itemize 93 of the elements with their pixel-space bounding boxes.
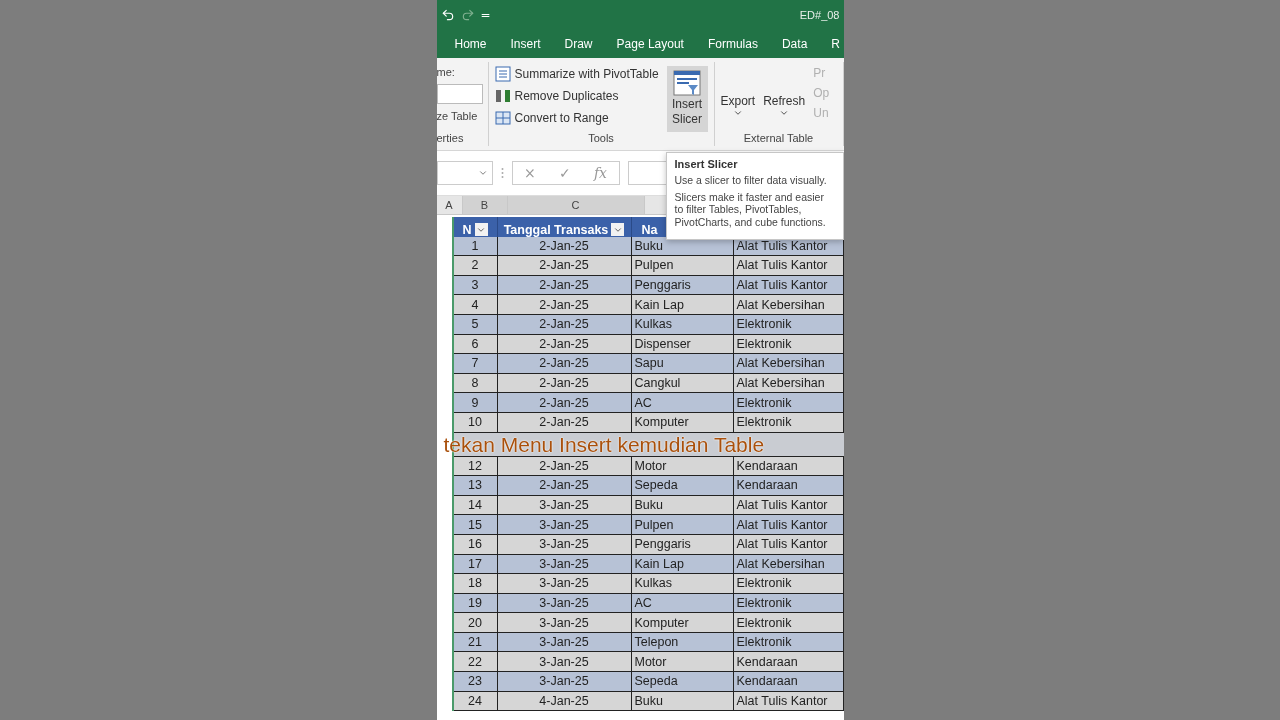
- column-header[interactable]: A: [436, 196, 463, 214]
- table-cell: 14: [453, 495, 498, 516]
- undo-icon[interactable]: [440, 8, 455, 22]
- table-cell: Alat Tulis Kantor: [733, 256, 844, 276]
- ribbon-command[interactable]: Summarize with PivotTable: [494, 66, 659, 82]
- table-cell: Kendaraan: [733, 476, 844, 496]
- table-cell: Kulkas: [631, 574, 734, 594]
- table-cell: 3-Jan-25: [497, 515, 632, 535]
- filter-button[interactable]: [611, 223, 625, 236]
- caret-icon: [477, 168, 488, 178]
- filter-button[interactable]: [474, 223, 488, 236]
- columns-icon: [494, 88, 511, 104]
- table-cell: 3-Jan-25: [497, 652, 632, 673]
- table-cell: 23: [453, 672, 498, 692]
- table-cell: 17: [453, 554, 498, 575]
- window-title: ED#_08: [799, 9, 840, 21]
- table-cell: 20: [453, 613, 498, 633]
- table-name-label: me:: [436, 66, 456, 78]
- ribbon-command[interactable]: Convert to Range: [494, 110, 659, 126]
- table-icon: [494, 66, 511, 82]
- insert-slicer-button[interactable]: Insert Slicer: [666, 66, 708, 132]
- ribbon-command[interactable]: Remove Duplicates: [494, 88, 659, 104]
- table-cell: 2: [453, 256, 498, 276]
- customize-icon[interactable]: =: [480, 8, 491, 22]
- caret-icon: [732, 108, 743, 118]
- table-cell: 2-Jan-25: [497, 295, 632, 315]
- table-cell: 8: [453, 373, 498, 394]
- table-cell: 16: [453, 534, 498, 555]
- ribbon-tab[interactable]: Formulas: [695, 32, 770, 56]
- ribbon-tab[interactable]: Data: [769, 32, 820, 56]
- table-cell: Elektronik: [733, 393, 844, 413]
- table-cell: 18: [453, 574, 498, 594]
- group-label: erties: [436, 132, 465, 144]
- ribbon-tab[interactable]: Home: [442, 32, 499, 56]
- table-cell: 4: [453, 295, 498, 315]
- table-cell: 22: [453, 652, 498, 673]
- table-cell: Alat Kebersihan: [733, 295, 844, 315]
- table-cell: 2-Jan-25: [497, 256, 632, 276]
- table-cell: Kain Lap: [631, 295, 734, 315]
- table-cell: 15: [453, 515, 498, 535]
- insert-function-button[interactable]: fx: [593, 165, 607, 181]
- slicer-icon: [673, 69, 702, 97]
- table-cell: 6: [453, 334, 498, 355]
- table-cell: 3-Jan-25: [497, 574, 632, 594]
- table-cell: Pulpen: [631, 256, 734, 276]
- table-cell: Kendaraan: [733, 672, 844, 692]
- ribbon-tab[interactable]: Page Layout: [604, 32, 696, 56]
- table-cell: Kendaraan: [733, 652, 844, 673]
- table-cell: Sapu: [631, 354, 734, 374]
- table-cell: 1: [453, 236, 498, 257]
- grip-icon: [500, 167, 504, 179]
- ribbon-button[interactable]: Export: [720, 66, 756, 132]
- table-cell: 5: [453, 314, 498, 335]
- enter-button[interactable]: ✓: [558, 165, 571, 181]
- table-name-field[interactable]: [436, 84, 483, 104]
- tooltip-title: Insert Slicer: [674, 158, 739, 170]
- table-cell: AC: [631, 393, 734, 413]
- resize-table-button[interactable]: ze Table: [436, 110, 483, 122]
- ribbon-tab[interactable]: R: [819, 32, 844, 56]
- table-cell: 9: [453, 393, 498, 413]
- table-cell: Alat Kebersihan: [733, 354, 844, 374]
- table-cell: 3-Jan-25: [497, 672, 632, 692]
- ribbon-tab[interactable]: Insert: [498, 32, 553, 56]
- cancel-button[interactable]: ×: [524, 165, 536, 181]
- ribbon-tab[interactable]: Draw: [552, 32, 605, 56]
- table-cell: 19: [453, 593, 498, 614]
- table-cell: Sepeda: [631, 672, 734, 692]
- table-cell: 3-Jan-25: [497, 613, 632, 633]
- table-cell: Pulpen: [631, 515, 734, 535]
- table-cell: 10: [453, 412, 498, 433]
- table-icon: [494, 110, 511, 126]
- caret-icon: [779, 108, 790, 118]
- table-cell: Alat Tulis Kantor: [733, 515, 844, 535]
- table-cell: 2-Jan-25: [497, 476, 632, 496]
- table-cell: 3: [453, 275, 498, 296]
- ribbon-button[interactable]: Refresh: [763, 66, 806, 132]
- table-cell: Sepeda: [631, 476, 734, 496]
- table-cell: 7: [453, 354, 498, 374]
- table-cell: 12: [453, 456, 498, 477]
- column-header[interactable]: C: [507, 196, 645, 214]
- table-cell: 2-Jan-25: [497, 393, 632, 413]
- tooltip-text: Use a slicer to filter data visually.: [674, 174, 828, 187]
- table-cell: Elektronik: [733, 613, 844, 633]
- column-header[interactable]: B: [462, 196, 508, 214]
- table-cell: 2-Jan-25: [497, 354, 632, 374]
- table-cell: 24: [453, 691, 498, 712]
- table-cell: 21: [453, 632, 498, 653]
- table-cell: Komputer: [631, 613, 734, 633]
- table-cell: Motor: [631, 652, 734, 673]
- group-label: Tools: [588, 132, 614, 144]
- table-cell: 13: [453, 476, 498, 496]
- table-cell: Elektronik: [733, 574, 844, 594]
- group-label: External Table: [743, 132, 814, 144]
